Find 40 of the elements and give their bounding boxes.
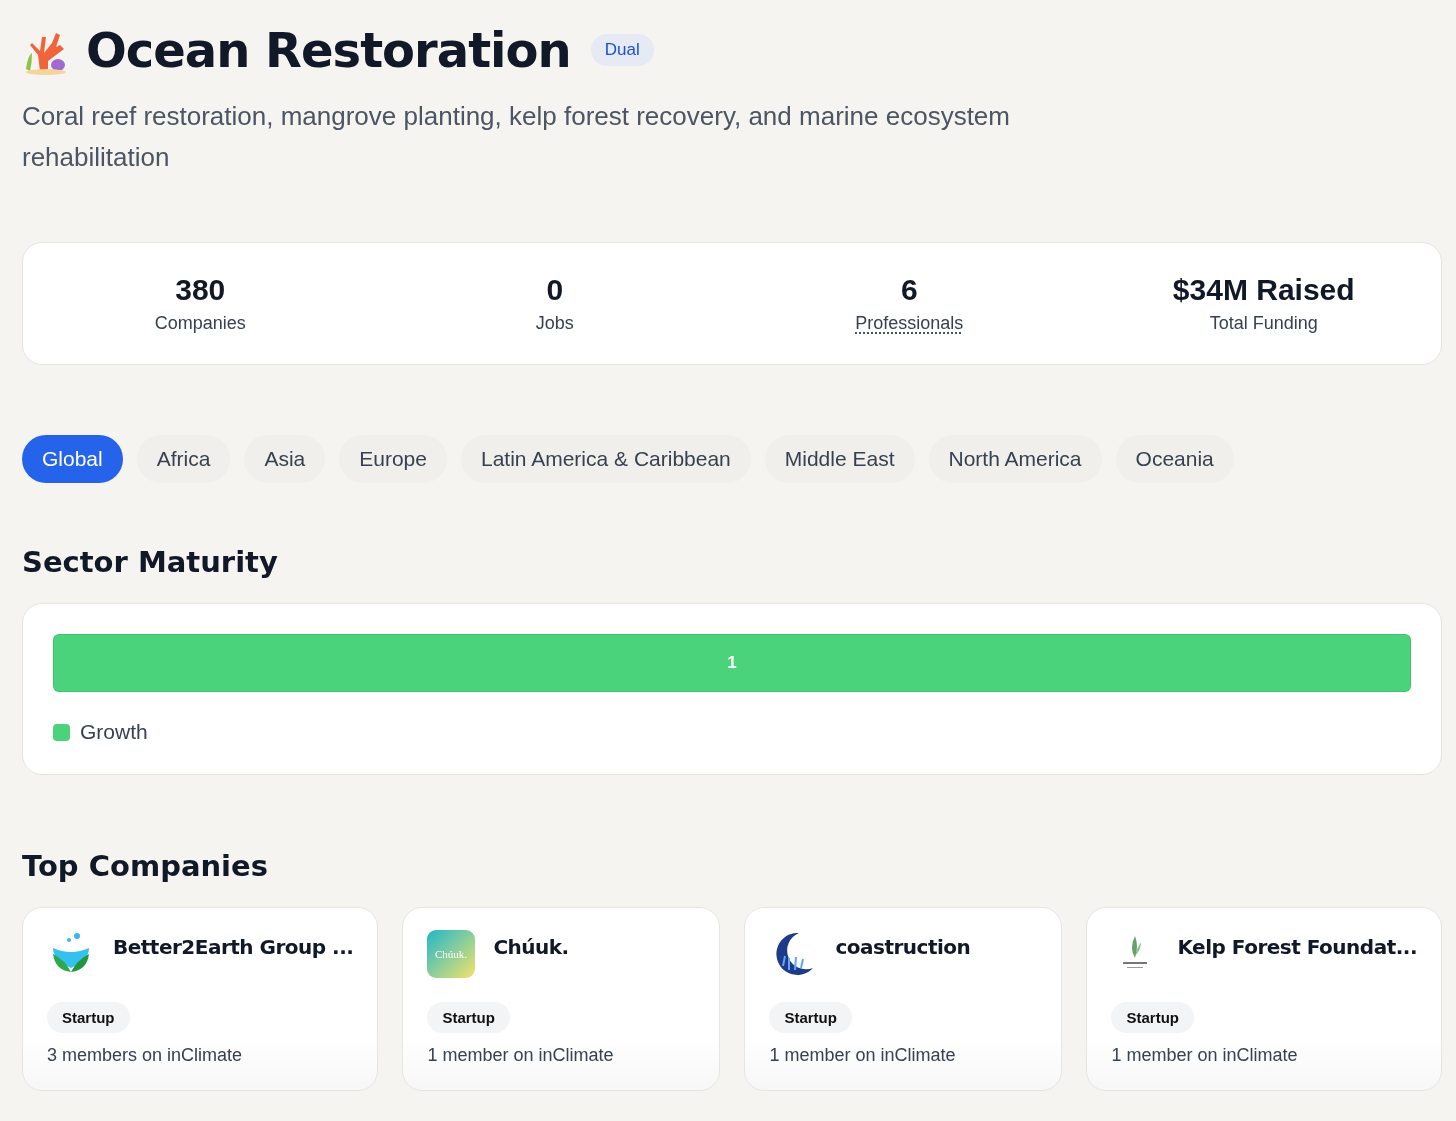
region-tab[interactable]: Asia <box>244 435 326 483</box>
legend-label: Growth <box>80 720 148 744</box>
stat-label: Companies <box>154 313 246 334</box>
wordmark-logo: Chúuk. <box>427 930 476 978</box>
region-tab[interactable]: North America <box>928 435 1102 483</box>
member-count: 1 member on inClimate <box>769 1045 957 1066</box>
stat-link[interactable]: Professionals <box>855 313 964 334</box>
stage-tag: Startup <box>769 1002 852 1033</box>
company-name: Chúuk. <box>493 935 569 959</box>
company-card[interactable]: Kelp Forest Foundat... Startup 1 member on inClimate <box>1086 907 1442 1091</box>
region-tab[interactable]: Latin America & Caribbean <box>460 435 751 483</box>
page-title: Ocean Restoration <box>86 21 571 80</box>
page-description: Coral reef restoration, mangrove planting, kelp forest recovery, and marine ecosystem rehabilitation <box>22 100 1011 174</box>
stat-value: 6 <box>900 273 918 307</box>
maturity-bar-segment: 1 <box>53 634 1411 692</box>
company-card[interactable]: coastruction Startup 1 member on inClimate <box>744 907 1063 1091</box>
company-name: coastruction <box>835 935 971 959</box>
member-count: 3 members on inClimate <box>47 1045 244 1066</box>
member-count: 1 member on inClimate <box>1111 1045 1299 1066</box>
company-card[interactable]: Better2Earth Group ... Startup 3 members on inClimate <box>22 907 379 1091</box>
stage-tag: Startup <box>47 1002 130 1033</box>
section-heading: Sector Maturity <box>22 545 279 579</box>
company-name: Kelp Forest Foundat... <box>1177 935 1417 959</box>
member-count: 1 member on inClimate <box>427 1045 615 1066</box>
stat-label: Jobs <box>535 313 574 334</box>
stage-tag: Startup <box>427 1002 510 1033</box>
company-card[interactable]: Chúuk. Chúuk. Startup 1 member on inClimate <box>402 907 721 1091</box>
stat-value: 0 <box>546 273 564 307</box>
region-tab[interactable]: Europe <box>339 435 447 483</box>
region-tab[interactable]: Oceania <box>1115 435 1234 483</box>
company-name: Better2Earth Group ... <box>113 935 354 959</box>
stat-label: Total Funding <box>1209 313 1318 334</box>
section-heading: Top Companies <box>22 849 269 883</box>
type-badge: Dual <box>590 34 654 66</box>
region-tab[interactable]: Global <box>22 435 123 483</box>
stat-value: 380 <box>175 273 226 307</box>
region-tab[interactable]: Africa <box>136 435 231 483</box>
region-tab[interactable]: Middle East <box>764 435 915 483</box>
stage-tag: Startup <box>1111 1002 1194 1033</box>
stat-value: $34M Raised <box>1172 273 1355 307</box>
